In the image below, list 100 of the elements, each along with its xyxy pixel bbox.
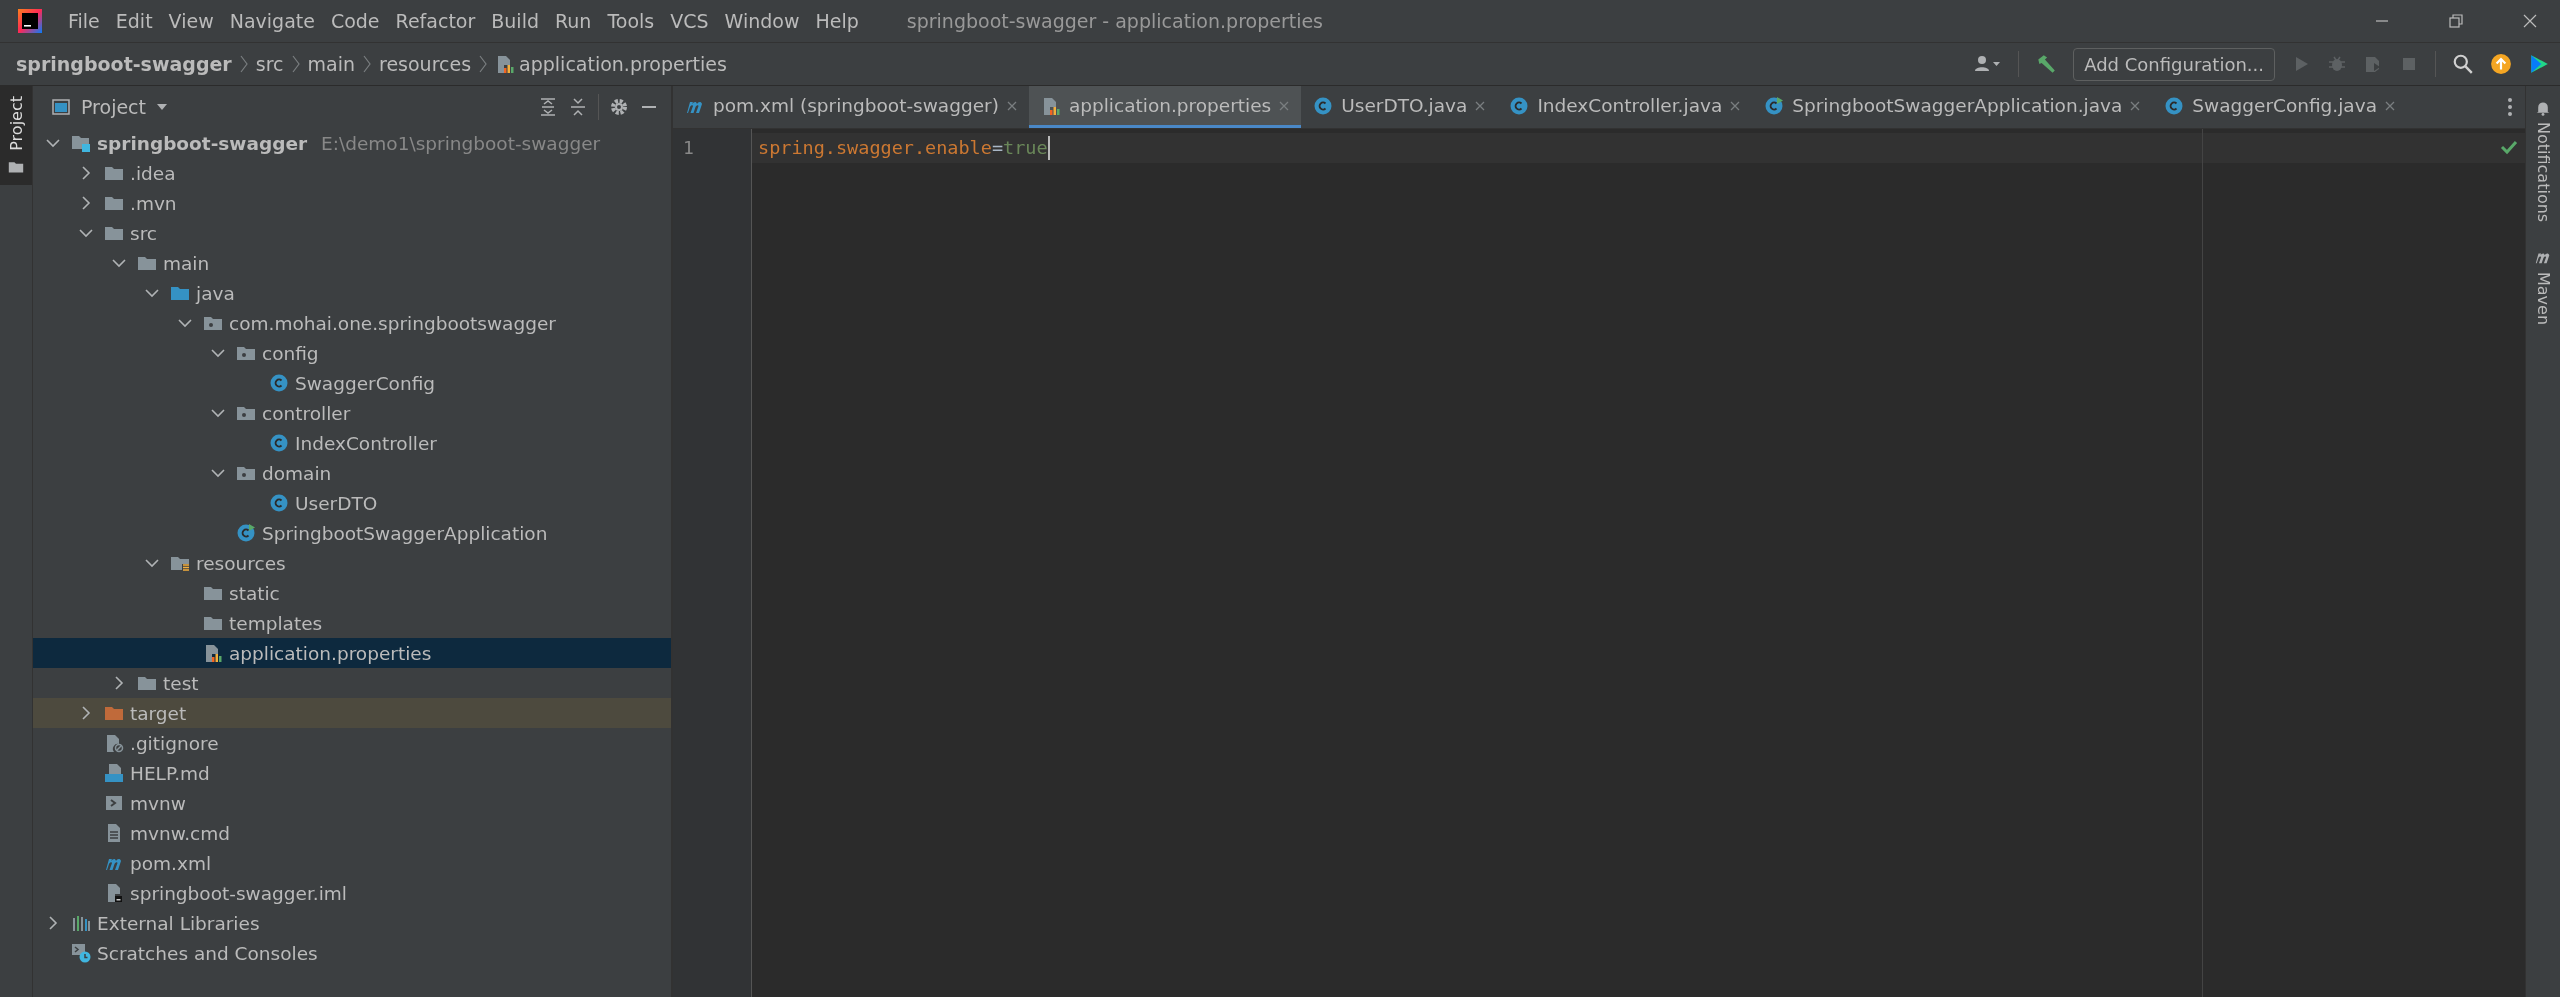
markdown-file-icon [104, 763, 124, 783]
tree-item[interactable]: com.mohai.one.springbootswagger [33, 308, 671, 338]
close-icon[interactable] [2385, 100, 2395, 111]
tree-item[interactable]: test [33, 668, 671, 698]
chevron-icon [479, 54, 488, 74]
close-icon[interactable] [1730, 100, 1741, 111]
line-number: 1 [682, 136, 695, 160]
menu-item[interactable]: Code [322, 10, 388, 32]
breadcrumb-item[interactable]: springboot-swagger [16, 53, 232, 75]
tree-item[interactable]: templates [33, 608, 671, 638]
toolbox-icon[interactable] [2528, 53, 2550, 75]
menu-item[interactable]: Navigate [221, 10, 323, 32]
menu-item[interactable]: VCS [662, 10, 717, 32]
hammer-icon[interactable] [2035, 53, 2058, 75]
tree-item[interactable]: SpringbootSwaggerApplication [33, 518, 671, 548]
tree-item[interactable]: .idea [33, 158, 671, 188]
expand-all-icon[interactable] [538, 97, 558, 117]
tree-item[interactable]: SwaggerConfig [33, 368, 671, 398]
tree-item[interactable]: External Libraries [33, 908, 671, 938]
close-icon[interactable] [2130, 100, 2141, 111]
tree-item[interactable]: springboot-swagger.iml [33, 878, 671, 908]
chevron-down-icon[interactable] [211, 466, 225, 480]
class-icon [269, 493, 289, 513]
editor-tab[interactable]: SwaggerConfig.java [2152, 86, 2407, 128]
close-icon[interactable] [1006, 100, 1017, 111]
tree-item[interactable]: main [33, 248, 671, 278]
menu-item[interactable]: Edit [107, 10, 161, 32]
class-icon [269, 433, 289, 453]
tree-item[interactable]: Scratches and Consoles [33, 938, 671, 968]
tool-window-tab[interactable]: Project [0, 86, 32, 185]
tree-item[interactable]: UserDTO [33, 488, 671, 518]
tool-window-tab[interactable]: Notifications [2533, 100, 2553, 223]
close-icon[interactable] [1475, 100, 1486, 111]
chevron-right-icon[interactable] [79, 196, 93, 210]
tree-item[interactable]: pom.xml [33, 848, 671, 878]
restore-icon[interactable] [2448, 13, 2464, 29]
tree-item[interactable]: config [33, 338, 671, 368]
scratches-icon [71, 943, 91, 963]
menu-item[interactable]: Refactor [387, 10, 484, 32]
chevron-down-icon[interactable] [178, 316, 192, 330]
chevron-down-icon[interactable] [211, 406, 225, 420]
tree-item[interactable]: target [33, 698, 671, 728]
editor-tab[interactable]: UserDTO.java [1301, 86, 1498, 128]
tree-item[interactable]: src [33, 218, 671, 248]
update-icon[interactable] [2490, 53, 2512, 75]
tree-item[interactable]: .gitignore [33, 728, 671, 758]
breadcrumb-item[interactable]: main [307, 53, 355, 75]
tree-item[interactable]: mvnw.cmd [33, 818, 671, 848]
tree-item[interactable]: static [33, 578, 671, 608]
chevron-down-icon[interactable] [79, 226, 93, 240]
chevron-right-icon[interactable] [79, 706, 93, 720]
user-icon[interactable] [1974, 54, 2003, 74]
breadcrumb-item[interactable]: src [255, 53, 284, 75]
class-icon [1313, 95, 1334, 116]
chevron-down-icon[interactable] [211, 346, 225, 360]
panel-title[interactable]: Project [81, 96, 146, 118]
chevron-down-icon[interactable] [145, 286, 159, 300]
chevron-down-icon[interactable] [46, 136, 60, 150]
tree-item[interactable]: java [33, 278, 671, 308]
editor-tab[interactable]: IndexController.java [1497, 86, 1753, 128]
tree-item[interactable]: mvnw [33, 788, 671, 818]
menu-item[interactable]: View [160, 10, 222, 32]
chevron-right-icon[interactable] [112, 676, 126, 690]
menu-item[interactable]: Run [547, 10, 600, 32]
chevron-right-icon[interactable] [79, 166, 93, 180]
run-class-icon [1764, 95, 1785, 116]
chevron-icon [239, 54, 248, 74]
chevron-down-icon[interactable] [145, 556, 159, 570]
tool-window-tab[interactable]: Maven [2533, 248, 2553, 326]
chevron-right-icon[interactable] [46, 916, 60, 930]
terminal-file-icon [104, 793, 124, 813]
close-icon[interactable] [2522, 13, 2538, 29]
editor-tab[interactable]: application.properties [1028, 86, 1302, 128]
menu-item[interactable]: Tools [599, 10, 663, 32]
collapse-all-icon[interactable] [568, 97, 588, 117]
tree-item[interactable]: IndexController [33, 428, 671, 458]
tree-item[interactable]: .mvn [33, 188, 671, 218]
menu-item[interactable]: Build [483, 10, 547, 32]
editor-tab[interactable]: pom.xml (springboot-swagger) [673, 86, 1029, 128]
editor-tab[interactable]: SpringbootSwaggerApplication.java [1752, 86, 2153, 128]
tree-item[interactable]: controller [33, 398, 671, 428]
tree-item[interactable]: springboot-swagger E:\demo1\springboot-swagger [33, 128, 671, 158]
tree-item[interactable]: domain [33, 458, 671, 488]
tree-item[interactable]: application.properties [33, 638, 671, 668]
class-icon [2164, 95, 2185, 116]
menu-item[interactable]: File [60, 10, 108, 32]
breadcrumb-item[interactable]: resources [379, 53, 472, 75]
path-hint: E:\demo1\springboot-swagger [321, 132, 601, 154]
run-configuration-button[interactable]: Add Configuration... [2073, 47, 2275, 81]
menu-item[interactable]: Help [807, 10, 867, 32]
chevron-down-icon[interactable] [112, 256, 126, 270]
search-icon[interactable] [2452, 53, 2474, 75]
class-icon [269, 373, 289, 393]
chevron-icon [363, 54, 371, 74]
settings-icon[interactable] [609, 97, 629, 117]
tree-item[interactable]: resources [33, 548, 671, 578]
menu-item[interactable]: Window [716, 10, 808, 32]
breadcrumb-item[interactable]: application.properties [495, 53, 727, 75]
more-icon[interactable] [2507, 97, 2513, 117]
tree-item[interactable]: HELP.md [33, 758, 671, 788]
